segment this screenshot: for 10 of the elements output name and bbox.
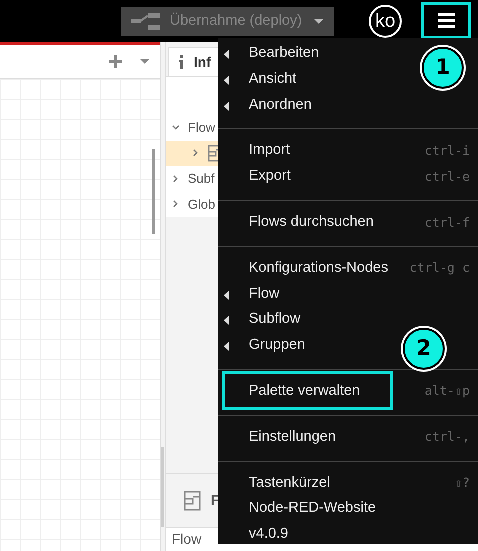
shortcut-label: ctrl-e <box>424 168 470 186</box>
shortcut-label: ctrl-f <box>424 214 470 232</box>
shortcut-label: ctrl-g c <box>410 259 470 278</box>
table-cell-text: Flow <box>172 530 202 549</box>
step-number: 1 <box>422 47 464 89</box>
shortcut-label: ctrl-i <box>424 142 470 160</box>
shortcut-label: ctrl-, <box>424 428 470 446</box>
shortcut-label: ⇧? <box>454 474 470 492</box>
step-number: 2 <box>403 328 445 370</box>
shortcut-label: alt-⇧p <box>424 382 470 400</box>
